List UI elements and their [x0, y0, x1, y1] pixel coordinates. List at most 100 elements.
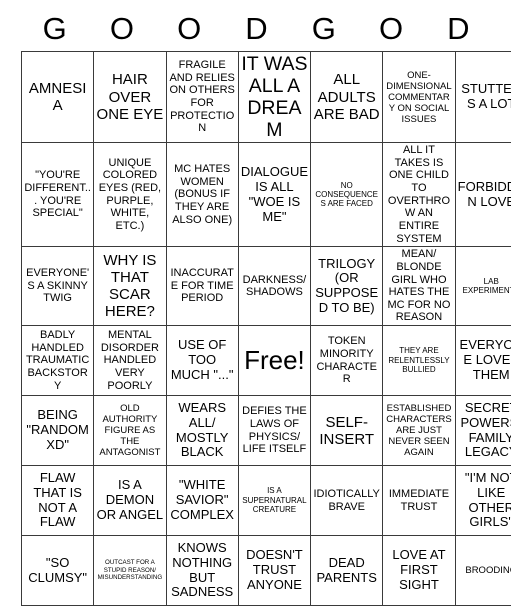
- bingo-cell[interactable]: KNOWS NOTHING BUT SADNESS: [166, 536, 238, 606]
- bingo-cell[interactable]: TRILOGY (OR SUPPOSED TO BE): [311, 247, 383, 326]
- bingo-cell[interactable]: EVERYONE LOVES THEM: [455, 326, 511, 396]
- bingo-cell-text: BADLY HANDLED TRAUMATIC BACKSTORY: [24, 329, 91, 392]
- bingo-cell[interactable]: INACCURATE FOR TIME PERIOD: [166, 247, 238, 326]
- bingo-cell-text: OLD AUTHORITY FIGURE AS THE ANTAGONIST: [96, 403, 163, 458]
- bingo-cell-text: INACCURATE FOR TIME PERIOD: [169, 267, 236, 305]
- bingo-cell[interactable]: OLD AUTHORITY FIGURE AS THE ANTAGONIST: [94, 396, 166, 466]
- header-letter-2: O: [88, 13, 155, 44]
- bingo-cell[interactable]: MENTAL DISORDER HANDLED VERY POORLY: [94, 326, 166, 396]
- bingo-cell-text: LOVE AT FIRST SIGHT: [385, 548, 452, 592]
- bingo-cell[interactable]: ONE-DIMENSIONAL COMMENTARY ON SOCIAL ISS…: [383, 52, 455, 143]
- bingo-cell[interactable]: DEFIES THE LAWS OF PHYSICS/ LIFE ITSELF: [238, 396, 310, 466]
- bingo-cell[interactable]: "I'M NOT LIKE OTHER GIRLS": [455, 466, 511, 536]
- bingo-cell-text: UNIQUE COLORED EYES (RED, PURPLE, WHITE,…: [96, 157, 163, 233]
- bingo-row: "SO CLUMSY" OUTCAST FOR A STUPID REASON/…: [22, 536, 511, 606]
- bingo-cell-text: ALL IT TAKES IS ONE CHILD TO OVERTHROW A…: [385, 144, 452, 245]
- bingo-cell[interactable]: IT WAS ALL A DREAM: [238, 52, 310, 143]
- bingo-cell[interactable]: THEY ARE RELENTLESSLY BULLIED: [383, 326, 455, 396]
- bingo-cell[interactable]: OUTCAST FOR A STUPID REASON/ MISUNDERSTA…: [94, 536, 166, 606]
- bingo-cell-text: WEARS ALL/ MOSTLY BLACK: [169, 401, 236, 460]
- bingo-cell[interactable]: DOESN'T TRUST ANYONE: [238, 536, 310, 606]
- bingo-row: EVERYONE'S A SKINNY TWIG WHY IS THAT SCA…: [22, 247, 511, 326]
- bingo-cell-text: TRILOGY (OR SUPPOSED TO BE): [313, 257, 380, 316]
- bingo-cell-text: BEING "RANDOM XD": [24, 408, 91, 452]
- bingo-row: AMNESIA HAIR OVER ONE EYE FRAGILE AND RE…: [22, 52, 511, 143]
- header-letter-6: O: [357, 13, 424, 44]
- bingo-cell[interactable]: BADLY HANDLED TRAUMATIC BACKSTORY: [22, 326, 94, 396]
- bingo-cell[interactable]: NO CONSEQUENCES ARE FACED: [311, 143, 383, 247]
- bingo-cell-text: IDIOTICALLY BRAVE: [313, 488, 380, 513]
- bingo-cell-text: "SO CLUMSY": [24, 556, 91, 586]
- bingo-cell-text: THEY ARE RELENTLESSLY BULLIED: [385, 346, 452, 374]
- bingo-cell[interactable]: IS A SUPERNATURAL CREATURE: [238, 466, 310, 536]
- bingo-cell[interactable]: HAIR OVER ONE EYE: [94, 52, 166, 143]
- bingo-cell[interactable]: UNIQUE COLORED EYES (RED, PURPLE, WHITE,…: [94, 143, 166, 247]
- bingo-cell[interactable]: MC HATES WOMEN (BONUS IF THEY ARE ALSO O…: [166, 143, 238, 247]
- bingo-cell-text: FLAW THAT IS NOT A FLAW: [24, 471, 91, 530]
- bingo-cell[interactable]: FORBIDDEN LOVE: [455, 143, 511, 247]
- bingo-free-cell[interactable]: Free!: [238, 326, 310, 396]
- bingo-cell-text: IMMEDIATE TRUST: [385, 488, 452, 513]
- bingo-cell[interactable]: IS A DEMON OR ANGEL: [94, 466, 166, 536]
- bingo-cell[interactable]: STUTTERS A LOT: [455, 52, 511, 143]
- bingo-cell[interactable]: BEING "RANDOM XD": [22, 396, 94, 466]
- bingo-row: "YOU'RE DIFFERENT... YOU'RE SPECIAL" UNI…: [22, 143, 511, 247]
- bingo-cell-text: "I'M NOT LIKE OTHER GIRLS": [458, 471, 511, 530]
- bingo-cell-text: IS A SUPERNATURAL CREATURE: [241, 486, 308, 514]
- bingo-cell-text: EVERYONE'S A SKINNY TWIG: [24, 267, 91, 305]
- bingo-cell[interactable]: IMMEDIATE TRUST: [383, 466, 455, 536]
- bingo-cell[interactable]: ALL IT TAKES IS ONE CHILD TO OVERTHROW A…: [383, 143, 455, 247]
- bingo-cell-text: AMNESIA: [24, 80, 91, 114]
- header-letter-7: D: [425, 13, 492, 44]
- bingo-cell[interactable]: "WHITE SAVIOR" COMPLEX: [166, 466, 238, 536]
- bingo-cell[interactable]: DARKNESS/ SHADOWS: [238, 247, 310, 326]
- bingo-cell-text: MENTAL DISORDER HANDLED VERY POORLY: [96, 329, 163, 392]
- bingo-cell[interactable]: WEARS ALL/ MOSTLY BLACK: [166, 396, 238, 466]
- bingo-cell-text: DEFIES THE LAWS OF PHYSICS/ LIFE ITSELF: [241, 405, 308, 456]
- header-letter-1: G: [21, 13, 88, 44]
- bingo-cell-text: ONE-DIMENSIONAL COMMENTARY ON SOCIAL ISS…: [385, 70, 452, 125]
- bingo-cell[interactable]: SECRET POWERS/ FAMILY LEGACY: [455, 396, 511, 466]
- header-letter-3: O: [156, 13, 223, 44]
- bingo-cell-text: DARKNESS/ SHADOWS: [241, 274, 308, 299]
- bingo-cell-text: ESTABLISHED CHARACTERS ARE JUST NEVER SE…: [385, 403, 452, 458]
- bingo-cell[interactable]: FRAGILE AND RELIES ON OTHERS FOR PROTECT…: [166, 52, 238, 143]
- bingo-cell[interactable]: BROODING: [455, 536, 511, 606]
- bingo-row: FLAW THAT IS NOT A FLAW IS A DEMON OR AN…: [22, 466, 511, 536]
- bingo-cell[interactable]: DEAD PARENTS: [311, 536, 383, 606]
- bingo-cell[interactable]: "YOU'RE DIFFERENT... YOU'RE SPECIAL": [22, 143, 94, 247]
- bingo-cell-text: USE OF TOO MUCH "...": [169, 338, 236, 382]
- bingo-cell[interactable]: WHY IS THAT SCAR HERE?: [94, 247, 166, 326]
- bingo-cell-text: SELF-INSERT: [313, 414, 380, 448]
- bingo-cell-text: ALL ADULTS ARE BAD: [313, 71, 380, 122]
- bingo-cell[interactable]: USE OF TOO MUCH "...": [166, 326, 238, 396]
- bingo-cell[interactable]: DIALOGUE IS ALL "WOE IS ME": [238, 143, 310, 247]
- bingo-cell-text: MC HATES WOMEN (BONUS IF THEY ARE ALSO O…: [169, 163, 236, 226]
- bingo-cell[interactable]: ALL ADULTS ARE BAD: [311, 52, 383, 143]
- header-letter-4: D: [223, 13, 290, 44]
- bingo-cell[interactable]: MEAN/ BLONDE GIRL WHO HATES THE MC FOR N…: [383, 247, 455, 326]
- bingo-cell[interactable]: AMNESIA: [22, 52, 94, 143]
- bingo-row: BADLY HANDLED TRAUMATIC BACKSTORY MENTAL…: [22, 326, 511, 396]
- bingo-cell[interactable]: "SO CLUMSY": [22, 536, 94, 606]
- bingo-cell[interactable]: ESTABLISHED CHARACTERS ARE JUST NEVER SE…: [383, 396, 455, 466]
- bingo-cell-text: DOESN'T TRUST ANYONE: [241, 548, 308, 592]
- bingo-cell-text: DIALOGUE IS ALL "WOE IS ME": [241, 165, 308, 224]
- bingo-cell-text: "WHITE SAVIOR" COMPLEX: [169, 478, 236, 522]
- bingo-cell[interactable]: IDIOTICALLY BRAVE: [311, 466, 383, 536]
- bingo-cell[interactable]: LOVE AT FIRST SIGHT: [383, 536, 455, 606]
- bingo-cell-text: "YOU'RE DIFFERENT... YOU'RE SPECIAL": [24, 169, 91, 220]
- bingo-cell-text: STUTTERS A LOT: [458, 82, 511, 112]
- bingo-header-row: G O O D G O D: [21, 6, 492, 51]
- bingo-cell[interactable]: FLAW THAT IS NOT A FLAW: [22, 466, 94, 536]
- bingo-cell-text: OUTCAST FOR A STUPID REASON/ MISUNDERSTA…: [96, 559, 163, 582]
- bingo-cell[interactable]: EVERYONE'S A SKINNY TWIG: [22, 247, 94, 326]
- bingo-cell[interactable]: TOKEN MINORITY CHARACTER: [311, 326, 383, 396]
- bingo-grid: AMNESIA HAIR OVER ONE EYE FRAGILE AND RE…: [21, 51, 511, 606]
- bingo-cell-text: LAB EXPERIMENTS: [458, 277, 511, 296]
- bingo-row: BEING "RANDOM XD" OLD AUTHORITY FIGURE A…: [22, 396, 511, 466]
- bingo-cell[interactable]: LAB EXPERIMENTS: [455, 247, 511, 326]
- bingo-cell[interactable]: SELF-INSERT: [311, 396, 383, 466]
- bingo-cell-text: KNOWS NOTHING BUT SADNESS: [169, 541, 236, 600]
- bingo-cell-text: BROODING: [458, 565, 511, 576]
